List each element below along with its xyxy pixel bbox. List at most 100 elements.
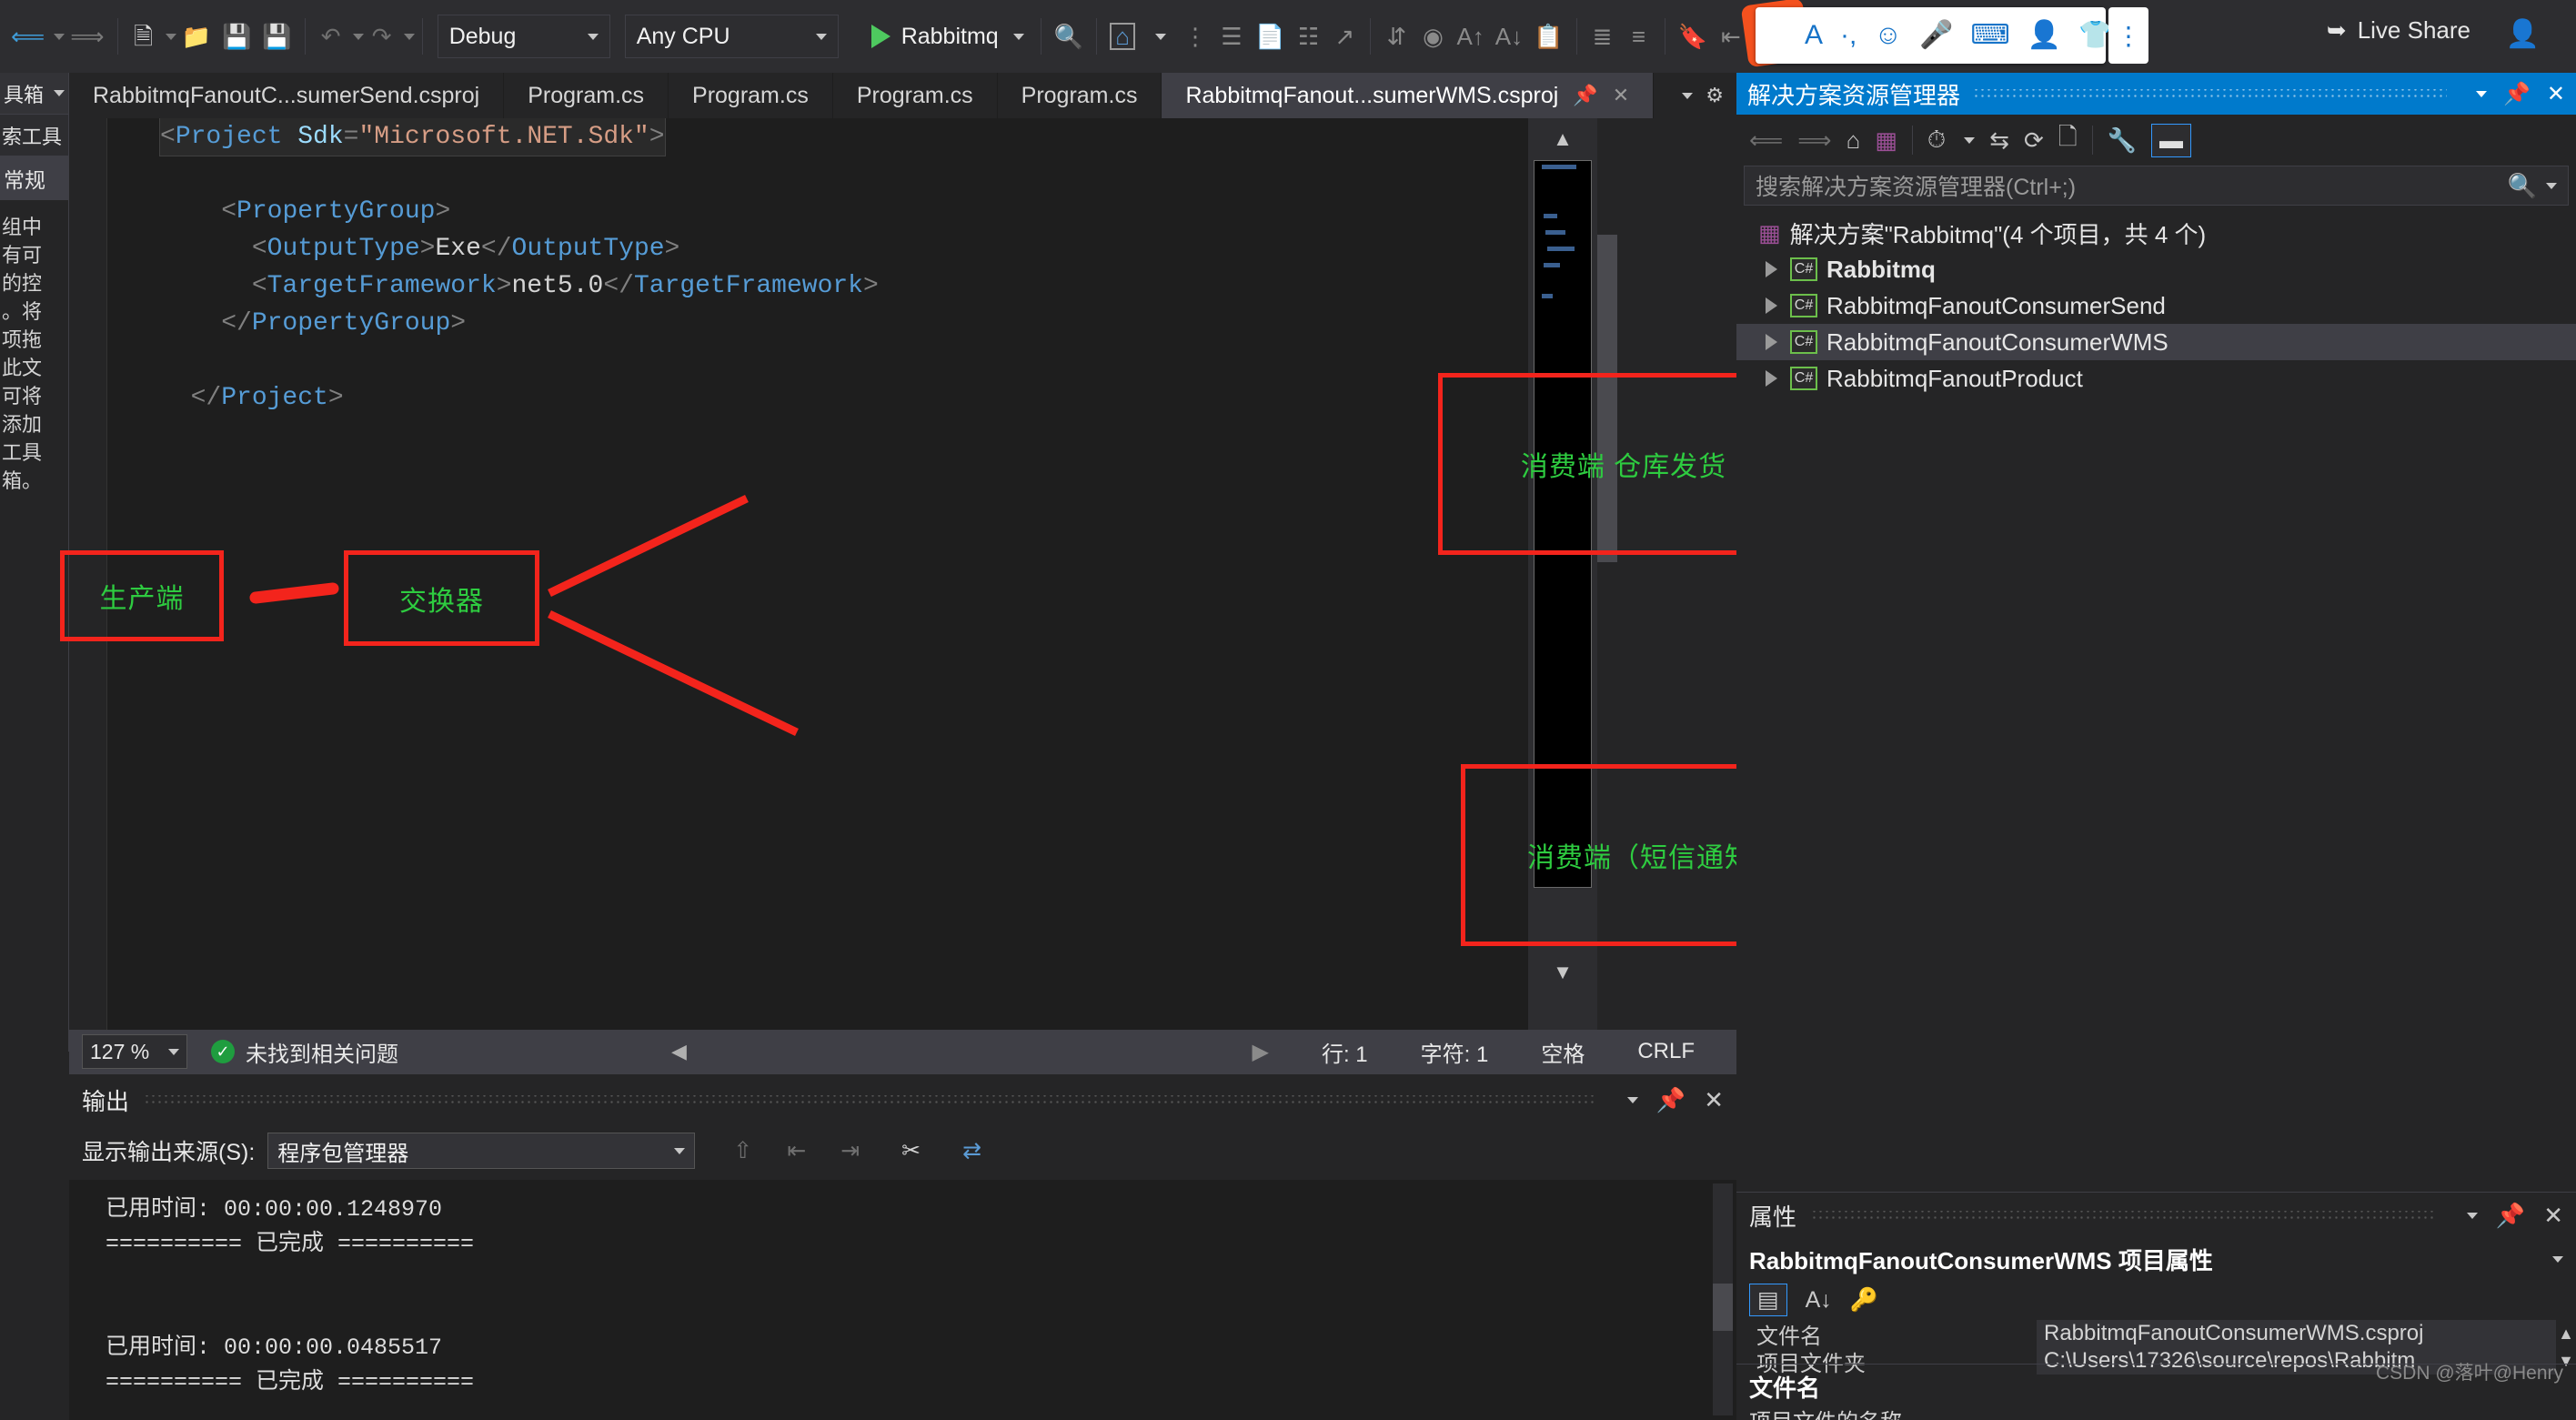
solution-explorer-icon[interactable]: ⋮ [1177, 12, 1213, 61]
se-sync-with-active-document-icon[interactable]: ⇆ [1989, 126, 2009, 155]
toolbox-chevron-down-icon[interactable] [54, 90, 65, 96]
se-preview-selected-items-icon[interactable]: ▬ [2151, 123, 2192, 157]
tab-settings-gear-icon[interactable]: ⚙ [1706, 84, 1724, 107]
sogou-ime-toolbar[interactable]: A ·, ☺ 🎤 ⌨ 👤 👕 [1756, 7, 2112, 64]
redo-dropdown-icon[interactable] [403, 33, 415, 40]
properties-close-icon[interactable]: ✕ [2543, 1202, 2563, 1230]
tab-program-cs-3[interactable]: Program.cs [832, 73, 998, 118]
new-file-icon[interactable]: 🗎 [126, 12, 162, 61]
scroll-down-arrow-icon[interactable]: ▼ [1528, 961, 1597, 984]
se-properties-icon[interactable]: 🔧 [2108, 126, 2137, 155]
properties-menu-chevron-icon[interactable] [2466, 1212, 2478, 1219]
tree-item-rabbitmq-fanout-consumer-send[interactable]: C# RabbitmqFanoutConsumerSend [1736, 287, 2576, 324]
toolbox-category-general[interactable]: 常规 [0, 156, 68, 200]
editor-zoom-select[interactable]: 127 % [82, 1034, 187, 1069]
tree-item-rabbitmq-fanout-product[interactable]: C# RabbitmqFanoutProduct [1736, 360, 2576, 397]
output-toggle-wordwrap-icon[interactable]: ⇄ [962, 1137, 981, 1164]
tab-program-cs-2[interactable]: Program.cs [669, 73, 833, 118]
property-scroll-up-icon[interactable]: ▲ [2556, 1324, 2576, 1344]
se-show-all-files-icon[interactable]: 🗋 [2058, 120, 2078, 160]
scroll-right-arrow-icon[interactable]: ▶ [1252, 1039, 1268, 1065]
solution-explorer-menu-chevron-icon[interactable] [2476, 90, 2487, 97]
user-account-icon[interactable]: 👤 [2506, 18, 2540, 50]
home-icon[interactable]: ⌂ [1104, 12, 1141, 61]
navigate-back-dropdown-icon[interactable] [54, 33, 65, 40]
clipboard-ring-icon[interactable]: 📋 [1528, 12, 1568, 61]
overflow-chevron-icon[interactable] [1141, 12, 1177, 61]
bookmark-icon[interactable]: 🔖 [1673, 12, 1713, 61]
class-view-icon[interactable]: ☷ [1290, 12, 1326, 61]
editor-minimap[interactable]: ▲ ▼ [1528, 118, 1597, 1030]
live-share-button[interactable]: ➥ Live Share [2327, 16, 2470, 45]
build-configuration-select[interactable]: Debug [437, 15, 610, 58]
solution-explorer-close-icon[interactable]: ✕ [2547, 81, 2565, 107]
status-indentation[interactable]: 空格 [1541, 1036, 1585, 1068]
redo-icon[interactable]: ↷ [364, 12, 400, 61]
toolbox-search-input[interactable]: 索工具 [0, 115, 68, 156]
output-goto-previous-icon[interactable]: ⇤ [787, 1137, 806, 1164]
undo-icon[interactable]: ↶ [313, 12, 349, 61]
tab-program-cs-4[interactable]: Program.cs [997, 73, 1162, 118]
open-folder-icon[interactable]: 📁 [176, 12, 216, 61]
property-pages-icon[interactable]: 🔑 [1850, 1287, 1878, 1314]
save-all-icon[interactable]: 💾 [257, 12, 297, 61]
alphabetical-sort-icon[interactable]: A↓ [1806, 1287, 1832, 1314]
tree-item-rabbitmq[interactable]: C# Rabbitmq [1736, 251, 2576, 287]
tab-list-chevron-down-icon[interactable] [1682, 92, 1694, 99]
build-platform-select[interactable]: Any CPU [624, 15, 839, 58]
expand-chevron-icon[interactable] [1766, 297, 1777, 314]
start-debug-dropdown-icon[interactable] [1012, 33, 1024, 40]
output-clear-all-icon[interactable]: ✂ [901, 1137, 921, 1164]
se-home-icon[interactable]: ⌂ [1846, 126, 1861, 155]
outdent-icon[interactable]: ≡ [1621, 12, 1657, 61]
uncomment-icon[interactable]: ◉ [1414, 12, 1451, 61]
property-value[interactable]: RabbitmqFanoutConsumerWMS.csproj [2037, 1320, 2556, 1347]
se-pending-changes-icon[interactable]: ⏱ [1927, 126, 1946, 155]
output-pin-icon[interactable]: 📌 [1656, 1086, 1685, 1114]
pin-tab-icon[interactable]: 📌 [1573, 84, 1597, 107]
code-editor[interactable]: <Project Sdk="Microsoft.NET.Sdk"> <Prope… [69, 118, 1597, 1030]
editor-vertical-scrollbar-thumb[interactable] [1597, 235, 1617, 562]
ime-language-icon[interactable]: A [1805, 22, 1823, 49]
tab-rabbitmq-fanout-consumer-send-csproj[interactable]: RabbitmqFanoutC...sumerSend.csproj [69, 73, 505, 118]
ime-skin-icon[interactable]: 👕 [2078, 22, 2112, 49]
se-forward-icon[interactable]: ⟹ [1797, 126, 1831, 155]
expand-chevron-icon[interactable] [1766, 370, 1777, 387]
ime-voice-icon[interactable]: 🎤 [1919, 22, 1953, 49]
properties-pin-icon[interactable]: 📌 [2496, 1202, 2525, 1230]
close-tab-icon[interactable]: ✕ [1613, 84, 1629, 107]
expand-chevron-icon[interactable] [1766, 334, 1777, 350]
minimap-preview[interactable] [1534, 160, 1592, 888]
properties-window-icon[interactable]: ☰ [1213, 12, 1250, 61]
solution-explorer-pin-icon[interactable]: 📌 [2503, 81, 2531, 107]
expand-chevron-icon[interactable] [1766, 261, 1777, 277]
output-source-select[interactable]: 程序包管理器 [267, 1133, 696, 1169]
tab-program-cs-1[interactable]: Program.cs [504, 73, 669, 118]
se-refresh-icon[interactable]: ⟳ [2024, 126, 2044, 155]
tab-rabbitmq-fanout-consumer-wms-csproj[interactable]: RabbitmqFanout...sumerWMS.csproj 📌 ✕ [1162, 73, 1655, 118]
scroll-left-arrow-icon[interactable]: ◀ [671, 1040, 687, 1063]
properties-object-selector[interactable]: RabbitmqFanoutConsumerWMS 项目属性 [1736, 1238, 2576, 1280]
output-menu-chevron-icon[interactable] [1626, 1096, 1638, 1103]
se-back-icon[interactable]: ⟸ [1749, 126, 1783, 155]
scroll-up-arrow-icon[interactable]: ▲ [1528, 118, 1597, 160]
search-icon[interactable]: 🔍 [2508, 172, 2537, 200]
new-file-dropdown-icon[interactable] [165, 33, 176, 40]
ime-account-icon[interactable]: 👤 [2028, 22, 2061, 49]
tree-item-rabbitmq-fanout-consumer-wms[interactable]: C# RabbitmqFanoutConsumerWMS [1736, 324, 2576, 360]
ime-keyboard-icon[interactable]: ⌨ [1970, 22, 2009, 49]
se-pending-changes-chevron-icon[interactable] [1964, 136, 1976, 144]
increase-font-icon[interactable]: A↑ [1451, 12, 1489, 61]
solution-root-node[interactable]: ▦ 解决方案"Rabbitmq"(4 个项目，共 4 个) [1736, 215, 2576, 251]
decrease-font-icon[interactable]: A↓ [1490, 12, 1528, 61]
output-find-message-icon[interactable]: ⇧ [733, 1137, 752, 1164]
output-scrollbar-thumb[interactable] [1713, 1284, 1733, 1331]
toolbox-header[interactable]: 具箱 [0, 73, 68, 115]
ime-more-icon[interactable]: ⋮ [2108, 7, 2148, 64]
start-debug-button[interactable]: Rabbitmq [862, 14, 1033, 59]
ime-emoji-icon[interactable]: ☺ [1874, 22, 1902, 49]
output-drag-handle[interactable] [144, 1095, 1595, 1104]
se-switch-views-icon[interactable]: ▦ [1875, 126, 1897, 155]
properties-drag-handle[interactable] [1811, 1211, 2434, 1220]
output-close-icon[interactable]: ✕ [1704, 1086, 1724, 1114]
